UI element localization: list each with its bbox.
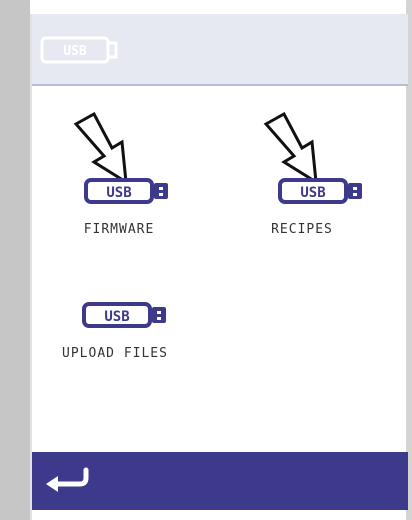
svg-text:USB: USB [63,44,87,59]
return-arrow-icon [46,467,89,492]
svg-text:USB: USB [104,309,129,325]
recipes-label: RECIPES [271,222,333,237]
svg-text:USB: USB [300,185,325,201]
recipes-tile[interactable]: USB RECIPES [232,108,372,248]
back-button[interactable] [42,464,92,498]
svg-text:USB: USB [106,185,131,201]
usb-menu-screen: USB USB FIRMWARE USB RECIPES USB UPLOAD … [30,14,408,520]
upload-files-label: UPLOAD FILES [62,346,168,361]
usb-drive-icon: USB [82,302,166,328]
device-bezel-left [0,0,30,520]
usb-drive-icon: USB [84,178,168,204]
usb-drive-icon: USB [278,178,362,204]
firmware-label: FIRMWARE [83,222,155,237]
firmware-tile[interactable]: USB FIRMWARE [44,108,168,248]
footer-bar [32,452,408,510]
header-bar: USB [32,14,408,86]
upload-files-tile[interactable]: USB UPLOAD FILES [40,294,190,374]
usb-header-icon: USB [40,34,120,70]
